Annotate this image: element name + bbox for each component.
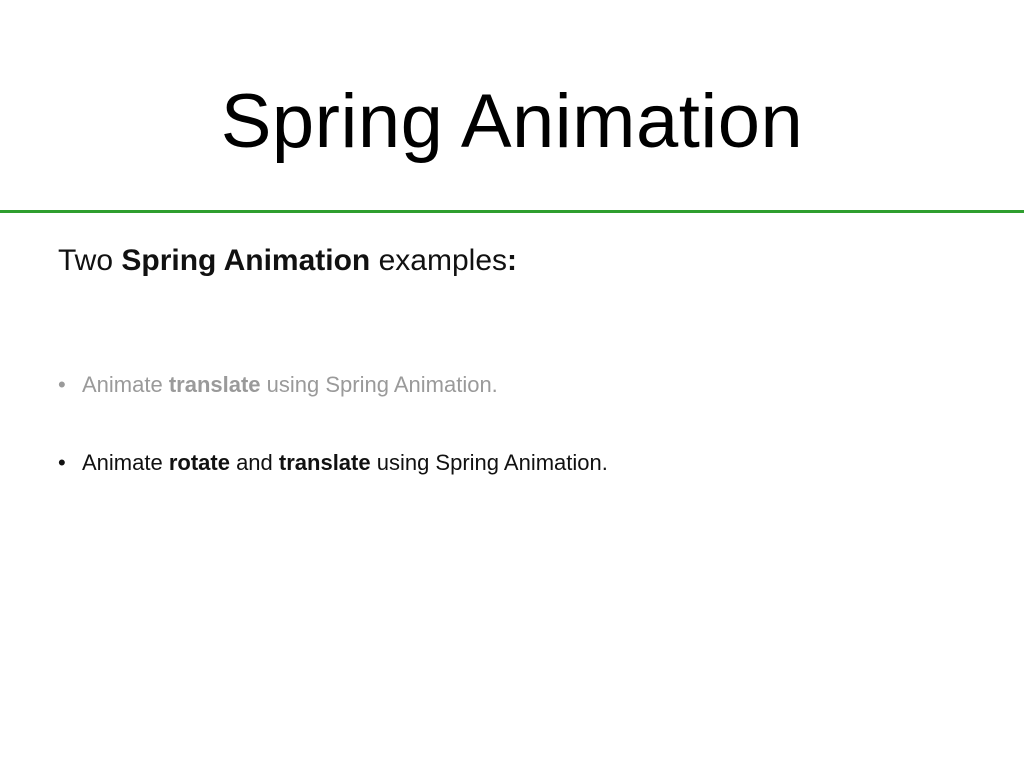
bullet-text: using Spring Animation.	[260, 372, 498, 397]
intro-text: Two Spring Animation examples:	[58, 242, 517, 280]
slide-title: Spring Animation	[220, 79, 804, 164]
intro-suffix: examples	[378, 244, 508, 277]
bullet-text: using Spring Animation.	[370, 450, 608, 475]
bullet-marker: •	[58, 450, 66, 475]
bullet-list: • Animate translate using Spring Animatio…	[58, 370, 608, 478]
intro-colon: :	[507, 244, 518, 277]
bullet-text: Animate	[82, 450, 169, 475]
bullet-marker: •	[58, 372, 66, 397]
bullet-keyword: rotate	[168, 450, 230, 475]
bullet-item-rotate-translate: • Animate rotate and translate using Spri…	[58, 448, 608, 478]
bullet-text: and	[229, 450, 279, 475]
bullet-item-translate: • Animate translate using Spring Animatio…	[58, 370, 608, 400]
bullet-keyword: translate	[168, 372, 261, 397]
bullet-text: Animate	[82, 372, 169, 397]
title-divider	[0, 210, 1024, 213]
bullet-keyword: translate	[278, 450, 371, 475]
intro-prefix: Two	[58, 244, 114, 277]
intro-bold: Spring Animation	[121, 244, 371, 277]
